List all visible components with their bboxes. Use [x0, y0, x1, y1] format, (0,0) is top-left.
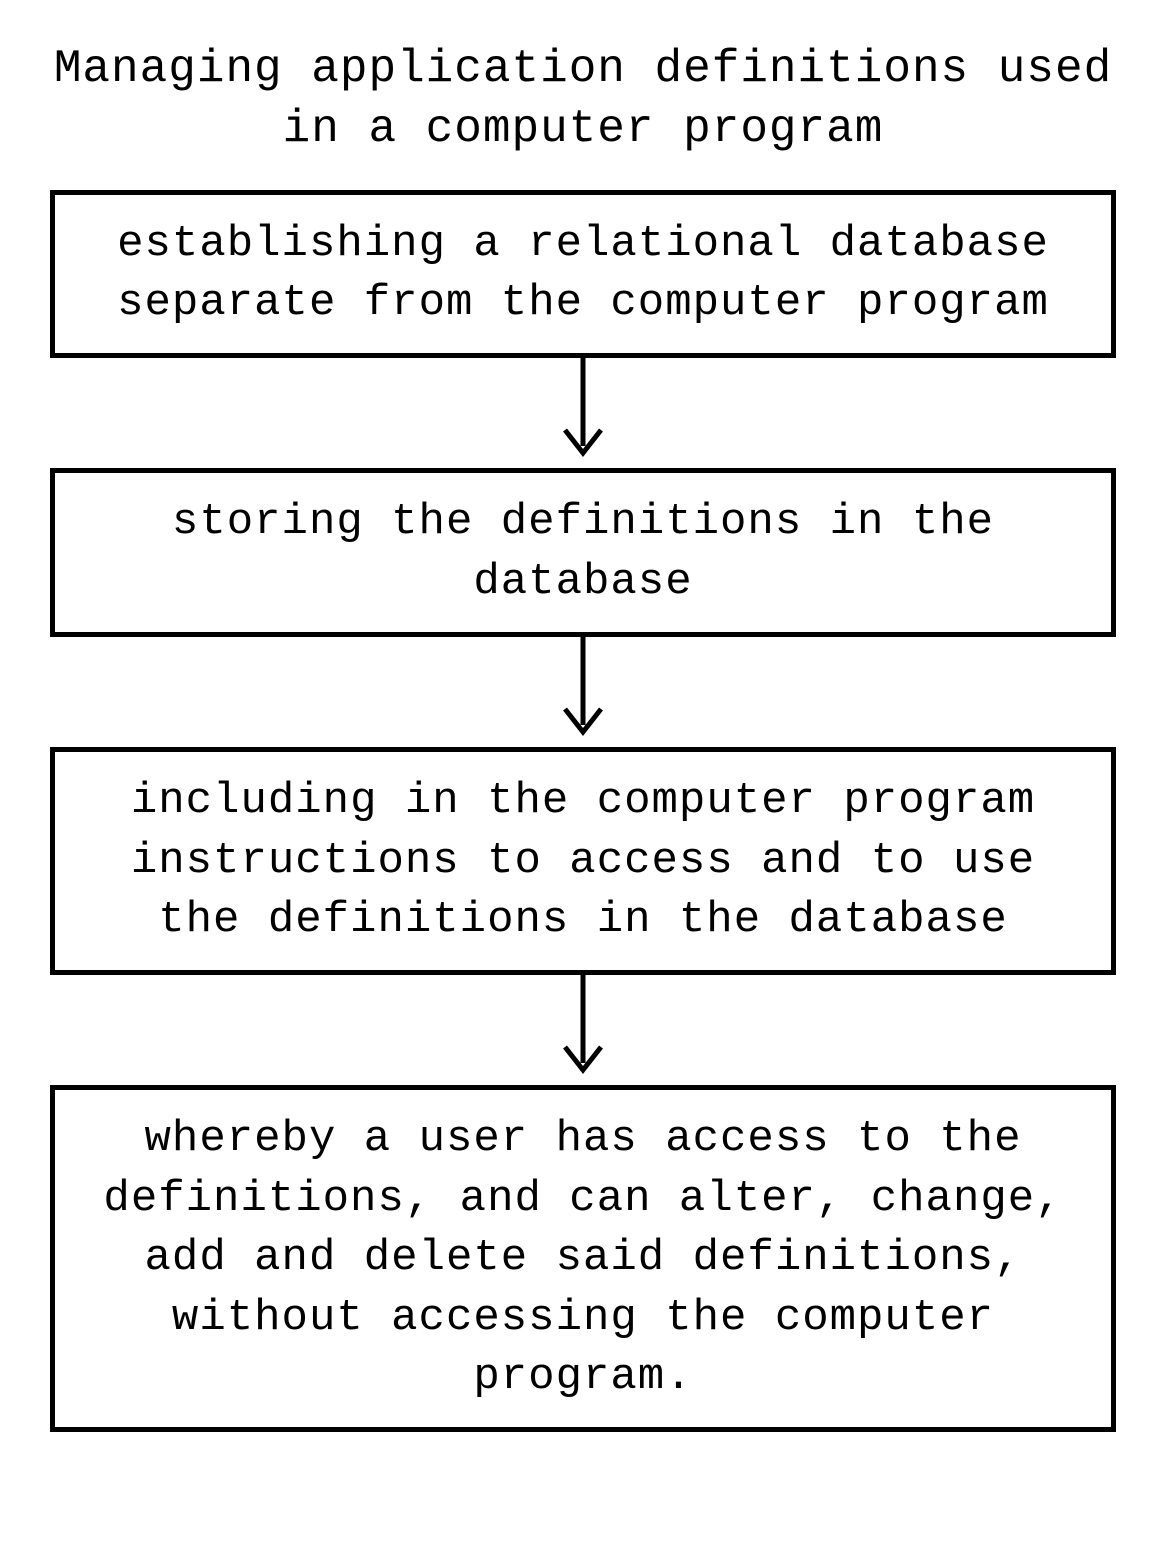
flowchart-step-2: storing the definitions in the database	[50, 468, 1116, 637]
flowchart-step-3: including in the computer program instru…	[50, 747, 1116, 975]
diagram-title: Managing application definitions used in…	[50, 40, 1116, 160]
arrow-down-icon	[553, 358, 613, 468]
arrow-down-icon	[553, 637, 613, 747]
flowchart-step-4: whereby a user has access to the definit…	[50, 1085, 1116, 1432]
arrow-3	[553, 975, 613, 1085]
arrow-down-icon	[553, 975, 613, 1085]
arrow-2	[553, 637, 613, 747]
flowchart-container: Managing application definitions used in…	[50, 40, 1116, 1432]
flowchart-step-1: establishing a relational database separ…	[50, 190, 1116, 359]
arrow-1	[553, 358, 613, 468]
